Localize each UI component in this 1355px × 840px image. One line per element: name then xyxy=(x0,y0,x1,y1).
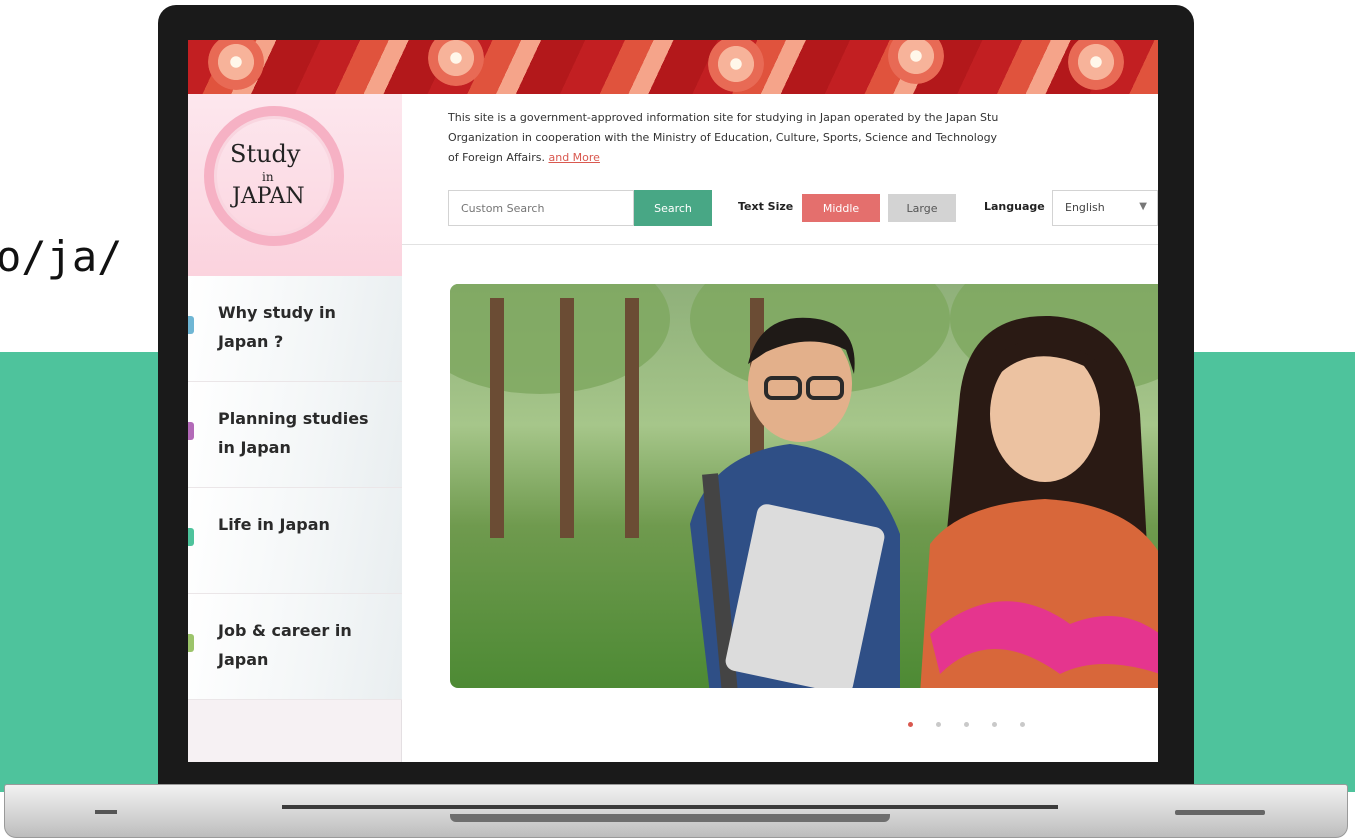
nav-accent-mark xyxy=(188,422,194,440)
carousel-indicators xyxy=(908,712,1043,731)
description-line: of Foreign Affairs. and More xyxy=(448,148,1158,168)
laptop-screen: Study in JAPAN Why study in Japan ? Plan… xyxy=(188,40,1158,762)
carousel-dot[interactable] xyxy=(992,722,998,727)
site-description: This site is a government-approved infor… xyxy=(448,108,1158,168)
laptop-base-edge xyxy=(282,805,1058,809)
text-size-large-button[interactable]: Large xyxy=(888,194,956,222)
custom-search-input[interactable] xyxy=(448,190,634,226)
carousel-dot-active[interactable] xyxy=(908,722,913,727)
nav-item-life-in-japan[interactable]: Life in Japan xyxy=(188,488,402,594)
laptop-port-right xyxy=(1175,810,1265,815)
logo-flower-ring xyxy=(204,106,344,246)
language-label: Language xyxy=(984,200,1045,213)
and-more-link[interactable]: and More xyxy=(548,151,599,164)
text-size-label: Text Size xyxy=(738,200,794,213)
logo-text-study: Study xyxy=(230,140,301,168)
description-line: Organization in cooperation with the Min… xyxy=(448,131,998,144)
female-student-illustration xyxy=(920,315,1158,688)
flower-decoration xyxy=(208,40,264,90)
carousel-dot[interactable] xyxy=(936,722,942,727)
chevron-down-icon: ▼ xyxy=(1139,201,1147,212)
nav-item-label: Life in Japan xyxy=(218,515,330,534)
url-fragment-text: o/ja/ xyxy=(0,232,123,281)
nav-item-label: Planning studies in Japan xyxy=(218,409,369,457)
description-line: This site is a government-approved infor… xyxy=(448,111,999,124)
flower-decoration xyxy=(428,40,484,86)
nav-item-label: Why study in Japan ? xyxy=(218,303,336,351)
nav-item-planning-studies[interactable]: Planning studies in Japan xyxy=(188,382,402,488)
nav-accent-mark xyxy=(188,528,194,546)
carousel-dot[interactable] xyxy=(1020,722,1026,727)
floral-banner xyxy=(188,40,1158,94)
flower-decoration xyxy=(708,40,764,92)
laptop-base-groove xyxy=(450,814,890,822)
nav-item-job-career[interactable]: Job & career in Japan xyxy=(188,594,402,700)
tree-trunk-graphic xyxy=(490,298,504,538)
logo-text-in: in xyxy=(262,170,274,184)
nav-item-why-study[interactable]: Why study in Japan ? xyxy=(188,276,402,382)
nav-accent-mark xyxy=(188,316,194,334)
nav-item-label: Job & career in Japan xyxy=(218,621,352,669)
language-selected-value: English xyxy=(1065,201,1105,214)
flower-decoration xyxy=(888,40,944,84)
hero-carousel-image[interactable] xyxy=(450,284,1158,688)
sidebar: Study in JAPAN Why study in Japan ? Plan… xyxy=(188,94,402,762)
laptop-port-left xyxy=(95,810,117,814)
flower-decoration xyxy=(1068,40,1124,90)
nav-accent-mark xyxy=(188,634,194,652)
laptop-base xyxy=(4,784,1348,838)
logo-text-japan: JAPAN xyxy=(232,184,305,209)
text-size-middle-button[interactable]: Middle xyxy=(802,194,880,222)
male-student-illustration xyxy=(690,317,900,688)
language-select[interactable]: English ▼ xyxy=(1052,190,1158,226)
description-text: of Foreign Affairs. xyxy=(448,151,545,164)
study-in-japan-logo[interactable]: Study in JAPAN xyxy=(188,94,402,276)
tree-trunk-graphic xyxy=(625,298,639,538)
tree-trunk-graphic xyxy=(560,298,574,538)
search-button[interactable]: Search xyxy=(634,190,712,226)
header-divider xyxy=(402,244,1158,245)
carousel-dot[interactable] xyxy=(964,722,970,727)
